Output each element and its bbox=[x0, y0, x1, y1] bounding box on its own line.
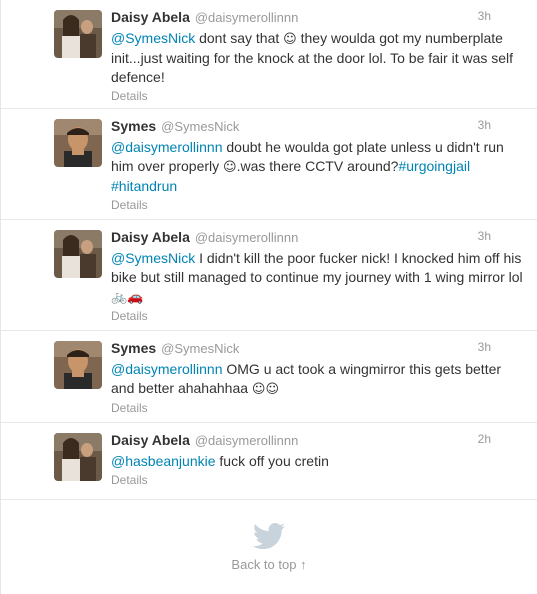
tweet-text-part: dont say that bbox=[195, 30, 284, 46]
tweet-header: Symes @SymesNick bbox=[111, 340, 523, 358]
tweet-stream: Daisy Abela @daisymerollinnn 3h @SymesNi… bbox=[0, 0, 537, 594]
bike-car-emoji-icon: 🚲🚗 bbox=[111, 290, 144, 305]
tweet-text: @daisymerollinnn doubt he woulda got pla… bbox=[111, 138, 523, 196]
tweet-item[interactable]: Symes @SymesNick 3h @daisymerollinnn OMG… bbox=[1, 331, 537, 423]
twitter-bird-icon bbox=[253, 523, 285, 549]
username[interactable]: @daisymerollinnn bbox=[195, 10, 299, 25]
tweet-item[interactable]: Symes @SymesNick 3h @daisymerollinnn dou… bbox=[1, 109, 537, 220]
tweet-header: Daisy Abela @daisymerollinnn bbox=[111, 9, 523, 27]
fullname[interactable]: Symes bbox=[111, 118, 156, 134]
username[interactable]: @SymesNick bbox=[161, 119, 239, 134]
details-link[interactable]: Details bbox=[111, 89, 148, 103]
details-link[interactable]: Details bbox=[111, 309, 148, 323]
avatar[interactable] bbox=[54, 10, 102, 58]
tweet-item[interactable]: Daisy Abela @daisymerollinnn 2h @hasbean… bbox=[1, 423, 537, 500]
hashtag-link[interactable]: #hitandrun bbox=[111, 178, 177, 194]
mention-link[interactable]: @SymesNick bbox=[111, 30, 195, 46]
smiley-emoji-icon: ☺☺ bbox=[251, 382, 280, 397]
fullname[interactable]: Daisy Abela bbox=[111, 432, 190, 448]
fullname[interactable]: Daisy Abela bbox=[111, 9, 190, 25]
tweet-text: @hasbeanjunkie fuck off you cretin bbox=[111, 452, 523, 471]
tweet-text: @SymesNick I didn't kill the poor fucker… bbox=[111, 249, 523, 307]
timestamp[interactable]: 3h bbox=[478, 118, 491, 132]
details-link[interactable]: Details bbox=[111, 473, 148, 487]
timestamp[interactable]: 3h bbox=[478, 9, 491, 23]
fullname[interactable]: Symes bbox=[111, 340, 156, 356]
stream-footer: Back to top ↑ bbox=[1, 523, 537, 574]
timestamp[interactable]: 3h bbox=[478, 229, 491, 243]
username[interactable]: @daisymerollinnn bbox=[195, 433, 299, 448]
tweet-header: Daisy Abela @daisymerollinnn bbox=[111, 432, 523, 450]
tweet-item[interactable]: Daisy Abela @daisymerollinnn 3h @SymesNi… bbox=[1, 0, 537, 109]
details-link[interactable]: Details bbox=[111, 401, 148, 415]
smiley-emoji-icon: ☺ bbox=[283, 32, 297, 47]
mention-link[interactable]: @daisymerollinnn bbox=[111, 361, 222, 377]
smiley-emoji-icon: ☺ bbox=[223, 160, 237, 175]
tweet-header: Daisy Abela @daisymerollinnn bbox=[111, 229, 523, 247]
tweet-item[interactable]: Daisy Abela @daisymerollinnn 3h @SymesNi… bbox=[1, 220, 537, 331]
mention-link[interactable]: @SymesNick bbox=[111, 250, 195, 266]
avatar[interactable] bbox=[54, 230, 102, 278]
tweet-text: @SymesNick dont say that ☺ they woulda g… bbox=[111, 29, 523, 87]
timestamp[interactable]: 2h bbox=[478, 432, 491, 446]
avatar[interactable] bbox=[54, 341, 102, 389]
avatar[interactable] bbox=[54, 433, 102, 481]
avatar[interactable] bbox=[54, 119, 102, 167]
tweet-header: Symes @SymesNick bbox=[111, 118, 523, 136]
tweet-text-part: fuck off you cretin bbox=[215, 453, 329, 469]
timestamp[interactable]: 3h bbox=[478, 340, 491, 354]
tweet-text: @daisymerollinnn OMG u act took a wingmi… bbox=[111, 360, 523, 399]
mention-link[interactable]: @hasbeanjunkie bbox=[111, 453, 216, 469]
username[interactable]: @daisymerollinnn bbox=[195, 230, 299, 245]
back-to-top-link[interactable]: Back to top ↑ bbox=[231, 557, 306, 572]
mention-link[interactable]: @daisymerollinnn bbox=[111, 139, 222, 155]
tweet-text-part: .was there CCTV around? bbox=[236, 158, 399, 174]
details-link[interactable]: Details bbox=[111, 198, 148, 212]
fullname[interactable]: Daisy Abela bbox=[111, 229, 190, 245]
username[interactable]: @SymesNick bbox=[161, 341, 239, 356]
hashtag-link[interactable]: #urgoingjail bbox=[398, 158, 470, 174]
